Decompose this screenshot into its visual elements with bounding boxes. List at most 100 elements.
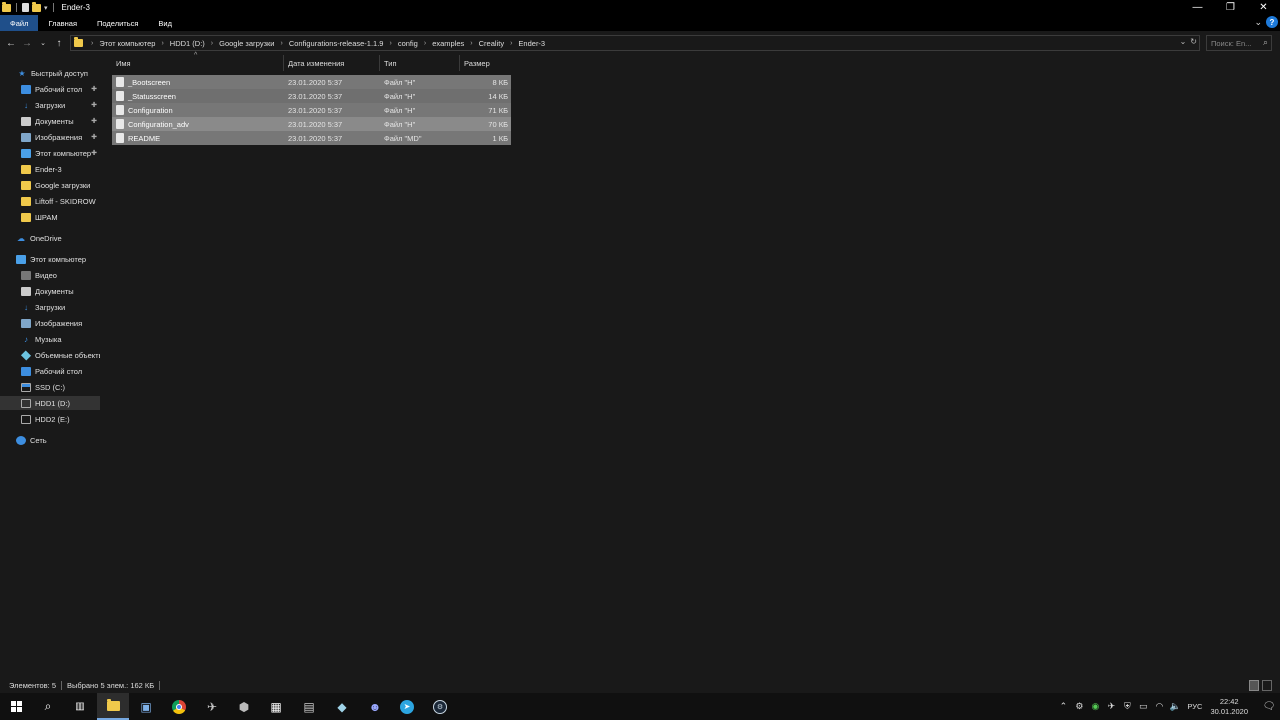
sidebar-item-music[interactable]: ♪ Музыка [0,332,100,346]
sidebar-item-this-pc-pinned[interactable]: Этот компьютер ✚ [0,146,100,160]
video-icon [21,270,31,280]
breadcrumb-creality[interactable]: Creality [479,39,504,48]
cloud-icon: ☁ [17,233,25,243]
sidebar-item-3d-objects[interactable]: Объемные объекты [0,348,100,362]
breadcrumb-this-pc[interactable]: Этот компьютер [99,39,155,48]
start-button[interactable] [0,693,32,720]
breadcrumb-separator[interactable]: › [91,40,93,47]
task-view-icon[interactable]: ▥ [64,693,96,720]
large-icons-view-icon[interactable] [1262,680,1272,691]
breadcrumb-separator[interactable]: › [281,40,283,47]
shield-icon[interactable]: ⛨ [1119,701,1135,712]
file-name: Configuration_adv [128,119,189,129]
discord-taskbar-icon[interactable]: ☻ [359,693,391,720]
table-row[interactable]: _Statusscreen 23.01.2020 5:37 Файл "H" 1… [112,89,511,103]
battery-icon[interactable]: ▭ [1135,701,1151,712]
app-taskbar-icon[interactable]: ⬢ [228,693,260,720]
sidebar-item-liftoff[interactable]: Liftoff - SKIDROW [0,194,100,208]
breadcrumb-google-downloads[interactable]: Google загрузки [219,39,274,48]
maximize-button[interactable]: ❐ [1214,0,1247,15]
customize-toolbar-chevron-icon[interactable]: ▾ [44,4,48,12]
address-history-chevron-icon[interactable]: ⌄ [1180,37,1187,46]
sidebar-item-google-downloads[interactable]: Google загрузки [0,178,100,192]
table-row[interactable]: Configuration 23.01.2020 5:37 Файл "H" 7… [112,103,511,117]
sidebar-item-this-pc[interactable]: Этот компьютер [0,252,100,266]
sidebar-item-network[interactable]: Сеть [0,433,100,447]
sidebar-item-documents-pinned[interactable]: Документы ✚ [0,114,100,128]
minimize-button[interactable]: — [1181,0,1214,15]
tab-view[interactable]: Вид [148,15,182,31]
telegram-taskbar-icon[interactable]: ➤ [391,693,423,720]
sidebar-item-hdd1-d[interactable]: HDD1 (D:) [0,396,100,410]
breadcrumb-separator[interactable]: › [424,40,426,47]
table-row[interactable]: _Bootscreen 23.01.2020 5:37 Файл "H" 8 К… [112,75,511,89]
breadcrumb-separator[interactable]: › [470,40,472,47]
tab-file[interactable]: Файл [0,15,39,31]
sidebar-item-onedrive[interactable]: ☁ OneDrive [0,231,100,245]
properties-icon[interactable] [22,3,29,12]
breadcrumb-separator[interactable]: › [161,40,163,47]
sidebar-item-videos[interactable]: Видео [0,268,100,282]
table-row[interactable]: Configuration_adv 23.01.2020 5:37 Файл "… [112,117,511,131]
column-header-size[interactable]: Размер [460,55,512,71]
show-hidden-icons-chevron-icon[interactable]: ⌃ [1055,701,1071,712]
chrome-taskbar-icon[interactable] [163,693,195,720]
breadcrumb-separator[interactable]: › [510,40,512,47]
breadcrumb-ender-3[interactable]: Ender-3 [518,39,545,48]
file-type: Файл "H" [384,105,416,115]
breadcrumb-examples[interactable]: examples [432,39,464,48]
sidebar-item-ssd-c[interactable]: SSD (C:) [0,380,100,394]
forward-arrow-icon[interactable]: → [20,38,34,49]
sidebar-item-quick-access[interactable]: ★ Быстрый доступ [0,66,100,80]
help-icon[interactable]: ? [1266,16,1278,28]
up-arrow-icon[interactable]: ↑ [52,38,66,49]
calculator-taskbar-icon[interactable]: ▦ [260,693,292,720]
sidebar-item-documents[interactable]: Документы [0,284,100,298]
breadcrumb-hdd1[interactable]: HDD1 (D:) [170,39,205,48]
tab-home[interactable]: Главная [38,15,87,31]
search-input[interactable]: Поиск: En... ⌕ [1206,35,1272,51]
file-explorer-taskbar-icon[interactable] [97,693,129,720]
sidebar-item-shram[interactable]: ШРАМ [0,210,100,224]
language-indicator[interactable]: РУС [1187,702,1202,711]
app-taskbar-icon[interactable]: ▤ [293,693,325,720]
breadcrumb-config[interactable]: config [398,39,418,48]
sidebar-item-desktop[interactable]: Рабочий стол [0,364,100,378]
sidebar-item-ender-3[interactable]: Ender-3 [0,162,100,176]
wifi-icon[interactable]: ◠ [1151,701,1167,712]
refresh-icon[interactable]: ↻ [1190,37,1197,46]
sidebar-item-downloads-pinned[interactable]: ↓ Загрузки ✚ [0,98,100,112]
details-view-icon[interactable] [1249,680,1259,691]
search-taskbar-icon[interactable]: ⌕ [32,693,64,720]
sidebar-item-downloads[interactable]: ↓ Загрузки [0,300,100,314]
back-arrow-icon[interactable]: ← [4,38,18,49]
breadcrumb-separator[interactable]: › [389,40,391,47]
notifications-icon[interactable]: 🗨 [1258,701,1280,712]
expand-ribbon-chevron-icon[interactable]: ⌄ [1254,17,1262,28]
pointer-tray-icon[interactable]: ✈ [1103,701,1119,712]
sidebar-item-hdd2-e[interactable]: HDD2 (E:) [0,412,100,426]
table-row[interactable]: README 23.01.2020 5:37 Файл "MD" 1 КБ [112,131,511,145]
steam-taskbar-icon[interactable]: ⚙ [424,693,456,720]
sidebar-item-pictures[interactable]: Изображения [0,316,100,330]
app-taskbar-icon[interactable]: ✈ [196,693,228,720]
recent-locations-chevron-icon[interactable]: ⌄ [36,39,50,47]
breadcrumb-configurations[interactable]: Configurations-release-1.1.9 [289,39,384,48]
steam-tray-icon[interactable]: ⚙ [1071,701,1087,712]
app-taskbar-icon[interactable]: ◆ [326,693,358,720]
app-tray-icon[interactable]: ◉ [1087,701,1103,712]
column-header-name[interactable]: Имя [112,55,284,71]
volume-icon[interactable]: 🔈 [1167,701,1183,712]
column-header-type[interactable]: Тип [380,55,460,71]
close-button[interactable]: ✕ [1247,0,1280,15]
address-bar[interactable]: › Этот компьютер › HDD1 (D:) › Google за… [70,35,1200,51]
sidebar-item-pictures-pinned[interactable]: Изображения ✚ [0,130,100,144]
app-taskbar-icon[interactable]: ▣ [130,693,162,720]
new-folder-icon[interactable] [32,1,41,12]
tab-share[interactable]: Поделиться [87,15,148,31]
column-header-date[interactable]: Дата изменения [284,55,380,71]
selection-info: Выбрано 5 элем.: 162 КБ [67,681,155,690]
breadcrumb-separator[interactable]: › [211,40,213,47]
clock[interactable]: 22:42 30.01.2020 [1210,697,1248,717]
sidebar-item-desktop-pinned[interactable]: Рабочий стол ✚ [0,82,100,96]
